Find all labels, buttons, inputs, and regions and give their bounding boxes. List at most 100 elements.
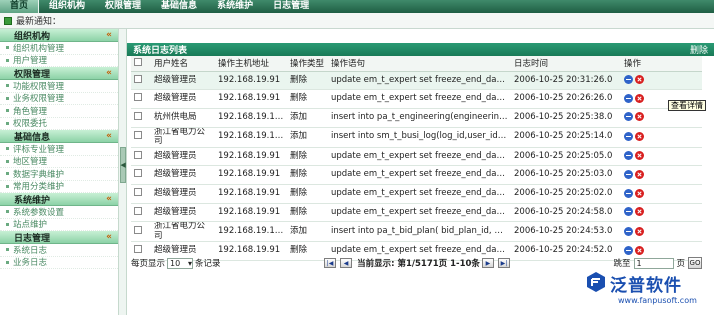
table-row[interactable]: 超级管理员 192.168.19.91 删除 update em_t_exper…: [131, 147, 702, 167]
view-detail-icon[interactable]: [624, 188, 633, 198]
cell-ip: 192.168.19.91: [215, 165, 287, 185]
delete-icon[interactable]: [635, 112, 644, 122]
delete-icon[interactable]: [635, 151, 644, 161]
nav-home[interactable]: 首页: [0, 0, 40, 13]
view-detail-icon[interactable]: [624, 75, 633, 85]
row-checkbox[interactable]: [134, 150, 142, 159]
select-all-cell[interactable]: [131, 56, 151, 72]
nav-permission[interactable]: 权限管理: [95, 0, 151, 13]
table-row[interactable]: 超级管理员 192.168.19.91 删除 update em_t_exper…: [131, 89, 702, 109]
table-header: 用户姓名 操作主机地址 操作类型 操作语句 日志时间 操作: [131, 56, 702, 72]
dropdown-arrow-icon: ▾: [188, 258, 193, 268]
next-page-button[interactable]: ▶: [481, 258, 494, 268]
nav-system[interactable]: 系统维护: [207, 0, 263, 13]
view-detail-icon[interactable]: [624, 131, 633, 141]
table-row[interactable]: 超级管理员 192.168.19.91 删除 update em_t_exper…: [131, 184, 702, 204]
sidebar-section-org[interactable]: 组织机构 «: [0, 29, 118, 42]
current-page-value: 第1/5171页 1-10条: [397, 259, 480, 269]
table-row[interactable]: 浙江省电力公司 192.168.19.121 添加 insert into pa…: [131, 221, 702, 243]
batch-delete-link[interactable]: 删除: [690, 43, 708, 56]
delete-icon[interactable]: [635, 245, 644, 255]
sidebar-item-user-manage[interactable]: 用户管理: [0, 55, 118, 67]
collapse-icon[interactable]: «: [106, 131, 112, 141]
bullet-icon: [6, 159, 9, 163]
delete-icon[interactable]: [635, 93, 644, 103]
cell-statement: update em_t_expert set freeze_end_date=n…: [328, 184, 511, 204]
row-checkbox[interactable]: [134, 74, 142, 83]
first-page-button[interactable]: |◀: [324, 258, 337, 268]
collapse-sidebar-handle[interactable]: ◀: [120, 147, 126, 183]
row-checkbox[interactable]: [134, 226, 142, 235]
collapse-icon[interactable]: «: [106, 68, 112, 78]
view-detail-icon[interactable]: [624, 151, 633, 161]
cell-type: 删除: [287, 147, 328, 167]
row-checkbox[interactable]: [134, 188, 142, 197]
view-detail-icon[interactable]: [624, 207, 633, 217]
delete-icon[interactable]: [635, 75, 644, 85]
row-checkbox[interactable]: [134, 169, 142, 178]
collapse-icon[interactable]: «: [106, 194, 112, 204]
view-detail-icon[interactable]: [624, 226, 633, 236]
sidebar-section-system[interactable]: 系统维护 «: [0, 193, 118, 206]
sidebar-item-region[interactable]: 地区管理: [0, 156, 118, 168]
bullet-icon: [6, 172, 9, 176]
sidebar-item-business-log[interactable]: 业务日志: [0, 257, 118, 269]
sidebar-item-delegate[interactable]: 权限委托: [0, 118, 118, 130]
records-label: 条记录: [195, 259, 221, 269]
sidebar-item-biz-permission[interactable]: 业务权限管理: [0, 93, 118, 105]
table-row[interactable]: 杭州供电局 192.168.19.121 添加 insert into pa_t…: [131, 108, 702, 128]
cell-type: 删除: [287, 203, 328, 223]
delete-icon[interactable]: [635, 131, 644, 141]
column-header: 用户姓名: [151, 56, 215, 72]
row-checkbox[interactable]: [134, 206, 142, 215]
sidebar-item-system-log[interactable]: 系统日志: [0, 244, 118, 257]
table-row[interactable]: 超级管理员 192.168.19.91 删除 update em_t_exper…: [131, 203, 702, 223]
collapse-icon[interactable]: «: [106, 30, 112, 40]
select-all-checkbox[interactable]: [134, 57, 142, 66]
nav-basic-info[interactable]: 基础信息: [151, 0, 207, 13]
view-detail-icon[interactable]: [624, 245, 633, 255]
sidebar-item-category[interactable]: 常用分类维护: [0, 181, 118, 193]
table-row[interactable]: 超级管理员 192.168.19.91 删除 update em_t_exper…: [131, 71, 702, 91]
cell-user: 超级管理员: [151, 203, 215, 223]
sidebar-item-role-manage[interactable]: 角色管理: [0, 105, 118, 118]
delete-icon[interactable]: [635, 207, 644, 217]
sidebar-section-permission[interactable]: 权限管理 «: [0, 67, 118, 80]
cell-type: 添加: [287, 108, 328, 128]
delete-icon[interactable]: [635, 226, 644, 236]
view-detail-icon[interactable]: [624, 169, 633, 179]
sidebar-item-org-manage[interactable]: 组织机构管理: [0, 42, 118, 55]
collapse-icon[interactable]: «: [106, 232, 112, 242]
row-checkbox[interactable]: [134, 93, 142, 102]
prev-page-button[interactable]: ◀: [340, 258, 353, 268]
sidebar-item-label: 常用分类维护: [13, 182, 65, 193]
sidebar-item-dictionary[interactable]: 数据字典维护: [0, 168, 118, 181]
last-page-button[interactable]: ▶|: [497, 258, 510, 268]
nav-log[interactable]: 日志管理: [263, 0, 319, 13]
sidebar-item-site[interactable]: 站点维护: [0, 219, 118, 231]
sidebar-section-basic[interactable]: 基础信息 «: [0, 130, 118, 143]
cell-user: 超级管理员: [151, 71, 215, 91]
cell-time: 2006-10-25 20:25:38.0: [511, 108, 621, 128]
sidebar-item-func-permission[interactable]: 功能权限管理: [0, 80, 118, 93]
table-row[interactable]: 超级管理员 192.168.19.91 删除 update em_t_exper…: [131, 165, 702, 185]
sidebar: 组织机构 « 组织机构管理 用户管理 权限管理 « 功能权限管理 业务权限管理 角色…: [0, 29, 118, 315]
column-header: 日志时间: [511, 56, 621, 72]
sidebar-item-bid-specialty[interactable]: 评标专业管理: [0, 143, 118, 156]
view-detail-icon[interactable]: [624, 112, 633, 122]
row-checkbox[interactable]: [134, 245, 142, 254]
bullet-icon: [6, 147, 9, 151]
table-row[interactable]: 浙江省电力公司 192.168.19.121 添加 insert into sm…: [131, 127, 702, 148]
cell-user: 超级管理员: [151, 184, 215, 204]
row-checkbox[interactable]: [134, 111, 142, 120]
sidebar-item-params[interactable]: 系统参数设置: [0, 206, 118, 219]
view-detail-icon[interactable]: [624, 93, 633, 103]
row-checkbox[interactable]: [134, 131, 142, 140]
nav-org[interactable]: 组织机构: [39, 0, 95, 13]
per-page-select[interactable]: 10 ▾: [167, 257, 194, 269]
cell-ip: 192.168.19.121: [215, 221, 287, 243]
cell-user: 超级管理员: [151, 147, 215, 167]
delete-icon[interactable]: [635, 188, 644, 198]
delete-icon[interactable]: [635, 169, 644, 179]
sidebar-section-log[interactable]: 日志管理 «: [0, 231, 118, 244]
